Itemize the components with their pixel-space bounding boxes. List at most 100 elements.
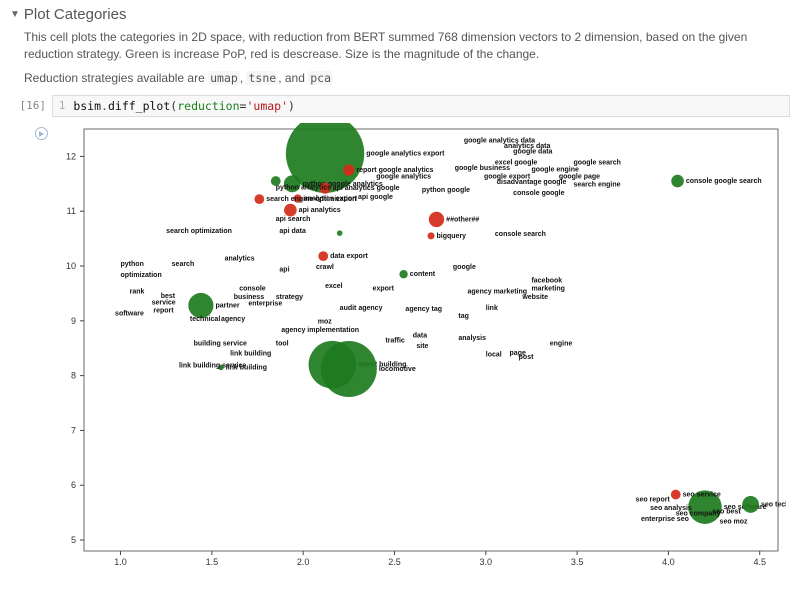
code-pca: pca [308,71,333,85]
svg-text:python analytics: python analytics [276,184,331,191]
svg-text:seo report: seo report [636,497,671,504]
svg-text:9: 9 [71,316,76,326]
svg-text:locomotive: locomotive [379,366,416,373]
scatter-plot: 1.01.52.02.53.03.54.04.556789101112googl… [52,123,786,573]
svg-text:seo best: seo best [712,509,741,516]
cell-exec-count: [16] [10,95,52,117]
svg-text:search optimization: search optimization [166,228,232,235]
svg-text:1.5: 1.5 [206,557,219,567]
svg-text:moz: moz [318,319,333,326]
svg-text:strategy: strategy [276,294,303,301]
section-description-1: This cell plots the categories in 2D spa… [24,29,764,64]
section-description-2: Reduction strategies available are umap,… [24,70,764,87]
svg-text:search: search [172,261,195,268]
svg-text:crawl: crawl [316,264,334,271]
svg-text:marketing: marketing [531,286,564,293]
cell-output: 1.01.52.02.53.03.54.04.556789101112googl… [10,123,790,573]
svg-text:google page: google page [559,173,600,180]
svg-text:agency implementation: agency implementation [281,327,359,334]
svg-text:##other##: ##other## [446,217,479,224]
svg-text:agency marketing: agency marketing [468,289,528,296]
svg-text:software: software [115,311,144,318]
code-text: bsim.diff_plot(reduction='umap') [73,99,295,113]
svg-text:seo service: seo service [683,492,721,499]
svg-text:console search: console search [495,231,546,238]
svg-text:data export: data export [330,253,368,260]
svg-text:disadvantage google: disadvantage google [497,179,567,186]
svg-text:tool: tool [276,341,289,348]
section-header[interactable]: ▼ Plot Categories [10,6,790,23]
svg-text:api analytics google: api analytics google [333,185,400,192]
section-title: Plot Categories [24,6,127,23]
svg-text:data: data [413,332,428,339]
svg-text:google search: google search [573,160,620,167]
svg-text:enterprise: enterprise [248,301,282,308]
svg-text:8: 8 [71,371,76,381]
svg-text:2.5: 2.5 [388,557,401,567]
svg-text:api google: api google [358,194,393,201]
svg-text:seo moz: seo moz [720,519,749,526]
svg-text:6: 6 [71,480,76,490]
collapse-icon[interactable]: ▼ [10,9,20,20]
svg-text:12: 12 [66,152,76,162]
svg-text:tag: tag [458,313,469,320]
svg-text:post: post [519,354,534,361]
svg-text:google analytics export: google analytics export [366,151,445,158]
svg-text:bigquery: bigquery [437,233,467,240]
svg-text:agency tag: agency tag [405,306,442,313]
svg-text:facebook: facebook [531,278,562,285]
svg-text:5: 5 [71,535,76,545]
svg-text:2.0: 2.0 [297,557,310,567]
svg-text:console: console [239,286,266,293]
svg-text:enterprise seo: enterprise seo [641,516,689,523]
svg-text:technical: technical [190,316,220,323]
svg-text:4.5: 4.5 [753,557,766,567]
svg-text:optimization: optimization [121,272,162,279]
svg-text:traffic: traffic [385,338,405,345]
line-number: 1 [59,100,65,112]
svg-text:python google: python google [422,187,470,194]
svg-text:link building: link building [230,351,271,358]
code-umap: umap [208,71,240,85]
svg-text:api analytics: api analytics [299,207,341,214]
desc2-pre: Reduction strategies available are [24,71,208,85]
svg-text:service: service [152,300,176,307]
svg-text:seo technical: seo technical [761,502,786,509]
svg-text:site: site [416,343,428,350]
svg-text:rank: rank [130,289,145,296]
svg-text:google data: google data [513,149,552,156]
svg-text:7: 7 [71,426,76,436]
svg-text:analysis: analysis [458,335,486,342]
svg-text:audit agency: audit agency [340,305,383,312]
svg-text:partner: partner [215,303,239,310]
svg-text:link: link [486,305,498,312]
svg-text:api search: api search [276,216,311,223]
svg-text:content: content [410,271,436,278]
svg-text:website: website [521,294,548,301]
svg-text:api data: api data [279,228,306,235]
svg-text:python: python [121,261,144,268]
code-cell-input[interactable]: 1 bsim.diff_plot(reduction='umap') [52,95,790,117]
svg-text:4.0: 4.0 [662,557,675,567]
svg-text:analytics: analytics [225,256,255,263]
svg-text:api: api [279,267,289,274]
run-output-icon[interactable] [35,127,48,140]
svg-text:agency: agency [221,316,245,323]
svg-text:google analytics: google analytics [376,173,431,180]
code-cell: [16] 1 bsim.diff_plot(reduction='umap') [10,95,790,117]
svg-text:1.0: 1.0 [114,557,127,567]
svg-text:report: report [153,308,174,315]
code-tsne: tsne [246,71,278,85]
svg-text:export: export [373,286,395,293]
svg-text:google business: google business [455,165,510,172]
svg-text:3.0: 3.0 [480,557,493,567]
svg-text:console google search: console google search [686,178,762,185]
svg-text:excel: excel [325,283,343,290]
svg-text:link building service: link building service [179,363,246,370]
svg-text:3.5: 3.5 [571,557,584,567]
svg-text:11: 11 [67,206,76,216]
svg-text:building service: building service [194,341,247,348]
output-gutter [10,123,52,573]
svg-text:search engine: search engine [573,182,620,189]
svg-text:google: google [453,264,476,271]
